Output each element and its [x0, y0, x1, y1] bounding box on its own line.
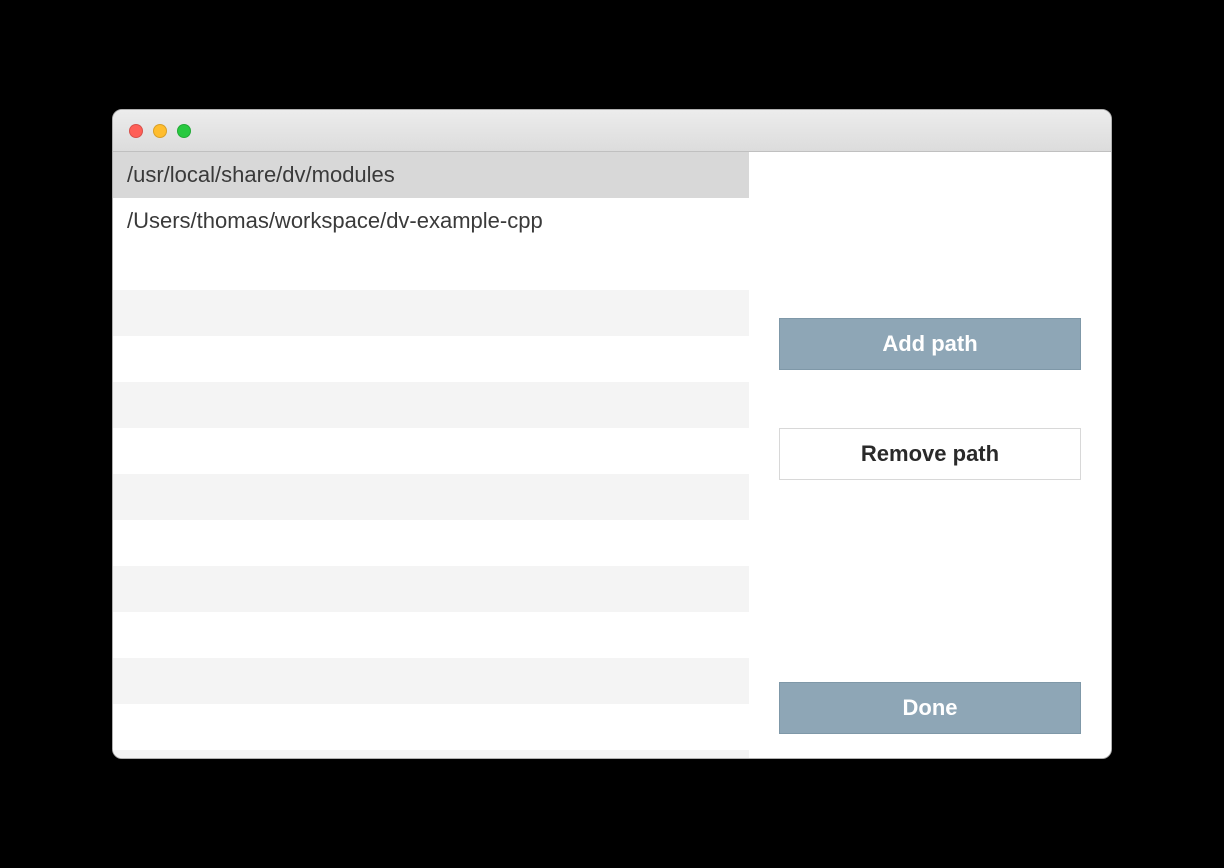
button-label: Done [903, 695, 958, 721]
maximize-icon[interactable] [177, 124, 191, 138]
list-item[interactable]: /Users/thomas/workspace/dv-example-cpp [113, 198, 749, 244]
close-icon[interactable] [129, 124, 143, 138]
add-path-button[interactable]: Add path [779, 318, 1081, 370]
list-item[interactable]: /usr/local/share/dv/modules [113, 152, 749, 198]
done-button[interactable]: Done [779, 682, 1081, 734]
side-panel: Add path Remove path Done [749, 152, 1111, 758]
dialog-window: /usr/local/share/dv/modules /Users/thoma… [112, 109, 1112, 759]
list-empty-area[interactable] [113, 244, 749, 758]
minimize-icon[interactable] [153, 124, 167, 138]
content-area: /usr/local/share/dv/modules /Users/thoma… [113, 152, 1111, 758]
remove-path-button[interactable]: Remove path [779, 428, 1081, 480]
button-label: Remove path [861, 441, 999, 467]
titlebar[interactable] [113, 110, 1111, 152]
path-text: /Users/thomas/workspace/dv-example-cpp [127, 208, 543, 234]
path-list[interactable]: /usr/local/share/dv/modules /Users/thoma… [113, 152, 749, 758]
path-text: /usr/local/share/dv/modules [127, 162, 395, 188]
button-label: Add path [882, 331, 977, 357]
